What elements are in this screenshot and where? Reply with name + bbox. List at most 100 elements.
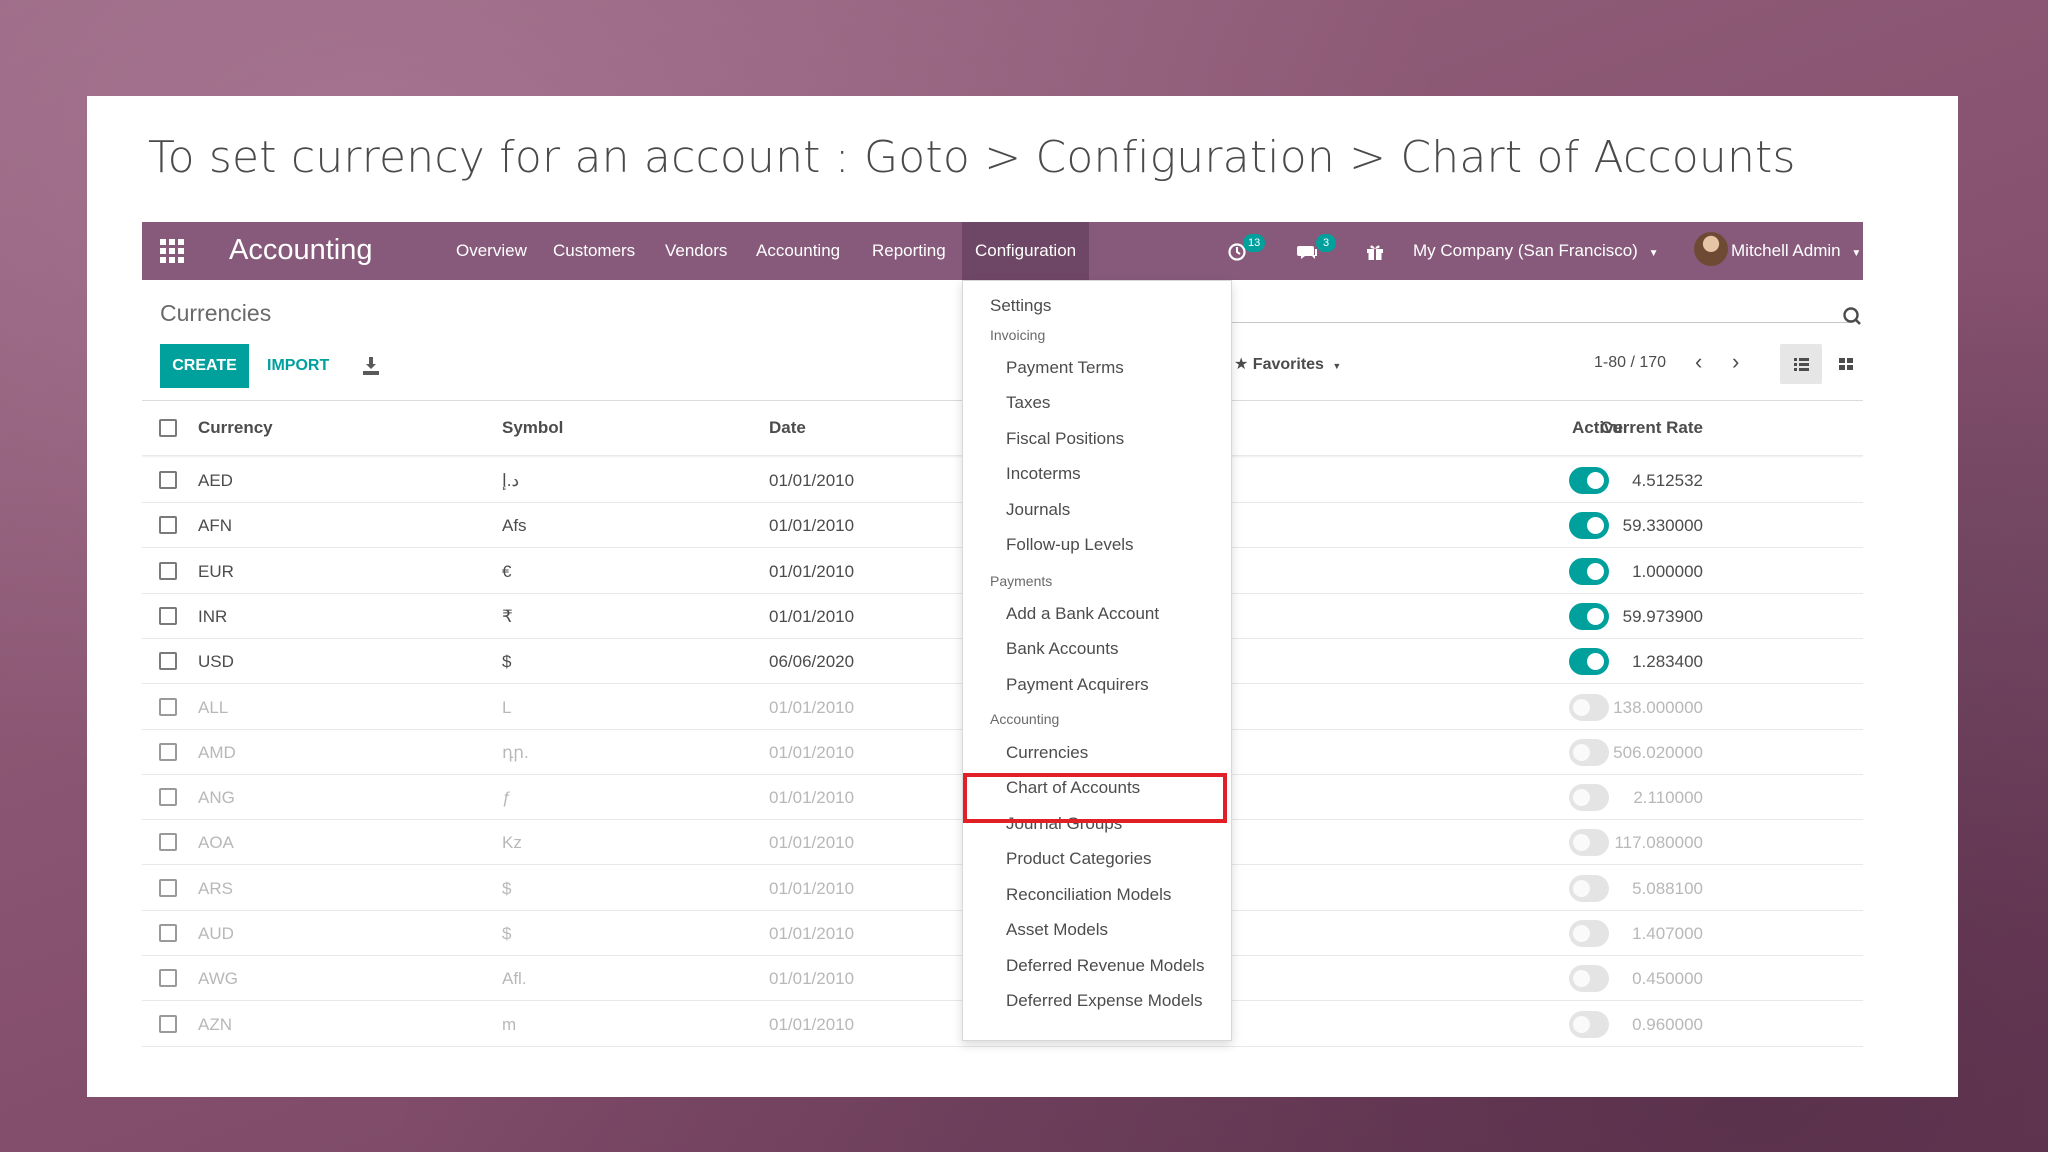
column-active[interactable]: Active	[1572, 401, 1623, 455]
active-toggle[interactable]	[1569, 648, 1609, 676]
currency-symbol: ƒ	[502, 788, 512, 808]
currency-symbol: $	[502, 878, 512, 898]
column-date[interactable]: Date	[769, 401, 806, 455]
rate-date: 01/01/2010	[769, 924, 855, 943]
select-all-checkbox[interactable]	[159, 419, 177, 437]
menu-item-payment-acquirers[interactable]: Payment Acquirers	[963, 668, 1231, 701]
pager-next-icon[interactable]: ›	[1732, 349, 1739, 375]
row-checkbox[interactable]	[159, 878, 177, 897]
rate-date: 01/01/2010	[769, 1014, 855, 1034]
row-checkbox[interactable]	[159, 969, 177, 988]
list-view-button[interactable]	[1780, 344, 1822, 384]
apps-grid-icon[interactable]	[160, 239, 184, 263]
row-checkbox[interactable]	[159, 471, 177, 489]
currency-code: ARS	[198, 878, 233, 898]
messages-count-badge: 3	[1316, 234, 1336, 252]
menu-item-deferred-revenue-models[interactable]: Deferred Revenue Models	[963, 949, 1231, 982]
activity-count-badge: 13	[1243, 234, 1266, 252]
active-toggle[interactable]	[1569, 874, 1609, 902]
configuration-dropdown-menu: Settings Invoicing Payment Terms Taxes F…	[962, 280, 1232, 1041]
download-icon[interactable]	[362, 356, 380, 376]
active-toggle[interactable]	[1569, 512, 1609, 540]
gift-icon	[1367, 245, 1383, 260]
active-toggle[interactable]	[1569, 1010, 1609, 1038]
rate-date: 01/01/2010	[769, 697, 855, 717]
messages-button[interactable]	[1297, 222, 1319, 280]
active-toggle[interactable]	[1569, 557, 1609, 585]
menu-item-reconciliation-models[interactable]: Reconciliation Models	[963, 878, 1231, 911]
currency-symbol: €	[502, 561, 512, 581]
menu-overview[interactable]: Overview	[456, 222, 527, 280]
menu-vendors[interactable]: Vendors	[665, 222, 727, 280]
create-button[interactable]: CREATE	[160, 344, 249, 388]
menu-configuration[interactable]: Configuration	[962, 222, 1090, 280]
pager-value[interactable]: 1-80 / 170	[1594, 354, 1666, 372]
top-navbar: Accounting Overview Customers Vendors Ac…	[142, 222, 1863, 280]
active-toggle[interactable]	[1569, 467, 1609, 494]
rate-date: 01/01/2010	[769, 471, 855, 490]
active-toggle[interactable]	[1569, 784, 1609, 812]
currency-symbol: ₹	[502, 606, 513, 626]
caret-down-icon: ▼	[1851, 248, 1862, 259]
menu-item-journals[interactable]: Journals	[963, 493, 1231, 526]
menu-item-bank-accounts[interactable]: Bank Accounts	[963, 632, 1231, 665]
section-header-invoicing: Invoicing	[990, 327, 1046, 343]
highlight-box	[963, 773, 1227, 823]
active-toggle[interactable]	[1569, 829, 1609, 857]
currency-code: AUD	[198, 924, 234, 943]
column-symbol[interactable]: Symbol	[502, 401, 563, 455]
row-checkbox[interactable]	[159, 788, 177, 807]
rate-date: 01/01/2010	[769, 833, 855, 853]
menu-item-follow-up-levels[interactable]: Follow-up Levels	[963, 528, 1231, 561]
row-checkbox[interactable]	[159, 697, 177, 716]
menu-item-payment-terms[interactable]: Payment Terms	[963, 351, 1231, 384]
active-toggle[interactable]	[1569, 920, 1609, 947]
menu-item-asset-models[interactable]: Asset Models	[963, 913, 1231, 946]
active-toggle[interactable]	[1569, 965, 1609, 993]
currency-code: USD	[198, 652, 234, 672]
active-toggle[interactable]	[1569, 738, 1609, 766]
search-input[interactable]	[1232, 322, 1852, 323]
active-toggle[interactable]	[1569, 693, 1609, 721]
activity-button[interactable]	[1227, 222, 1247, 280]
menu-customers[interactable]: Customers	[553, 222, 635, 280]
currency-symbol: $	[502, 652, 512, 672]
row-checkbox[interactable]	[159, 924, 177, 942]
row-checkbox[interactable]	[159, 516, 177, 535]
row-checkbox[interactable]	[159, 742, 177, 761]
row-checkbox[interactable]	[159, 561, 177, 580]
menu-item-fiscal-positions[interactable]: Fiscal Positions	[963, 422, 1231, 455]
row-checkbox[interactable]	[159, 1014, 177, 1033]
currency-code: INR	[198, 606, 228, 626]
currency-code: ANG	[198, 788, 235, 808]
tutorial-caption: To set currency for an account : Goto > …	[148, 132, 1796, 183]
kanban-view-button[interactable]	[1832, 344, 1862, 384]
app-brand[interactable]: Accounting	[229, 234, 373, 267]
currency-symbol: د.إ	[502, 471, 520, 490]
menu-item-taxes[interactable]: Taxes	[963, 386, 1231, 419]
menu-accounting[interactable]: Accounting	[756, 222, 840, 280]
menu-reporting[interactable]: Reporting	[872, 222, 946, 280]
menu-item-add-bank-account[interactable]: Add a Bank Account	[963, 597, 1231, 630]
gift-button[interactable]	[1366, 222, 1384, 280]
import-button[interactable]: IMPORT	[267, 344, 329, 388]
pager-previous-icon[interactable]: ‹	[1695, 349, 1702, 375]
row-checkbox[interactable]	[159, 606, 177, 625]
menu-item-currencies[interactable]: Currencies	[963, 736, 1231, 769]
user-avatar[interactable]	[1694, 232, 1728, 266]
menu-item-settings[interactable]: Settings	[963, 289, 1231, 322]
user-menu[interactable]: Mitchell Admin ▼	[1731, 222, 1861, 280]
row-checkbox[interactable]	[159, 833, 177, 852]
currency-symbol: Kz	[502, 833, 522, 853]
active-toggle[interactable]	[1569, 602, 1609, 630]
menu-item-product-categories[interactable]: Product Categories	[963, 842, 1231, 875]
column-currency[interactable]: Currency	[198, 401, 273, 455]
kanban-view-icon	[1839, 358, 1853, 370]
search-icon[interactable]	[1842, 306, 1862, 326]
caret-down-icon: ▼	[1332, 361, 1342, 371]
company-switcher[interactable]: My Company (San Francisco) ▼	[1413, 222, 1658, 280]
menu-item-deferred-expense-models[interactable]: Deferred Expense Models	[963, 984, 1231, 1017]
menu-item-incoterms[interactable]: Incoterms	[963, 457, 1231, 490]
row-checkbox[interactable]	[159, 652, 177, 671]
favorites-dropdown[interactable]: ★ Favorites ▼	[1234, 354, 1341, 374]
